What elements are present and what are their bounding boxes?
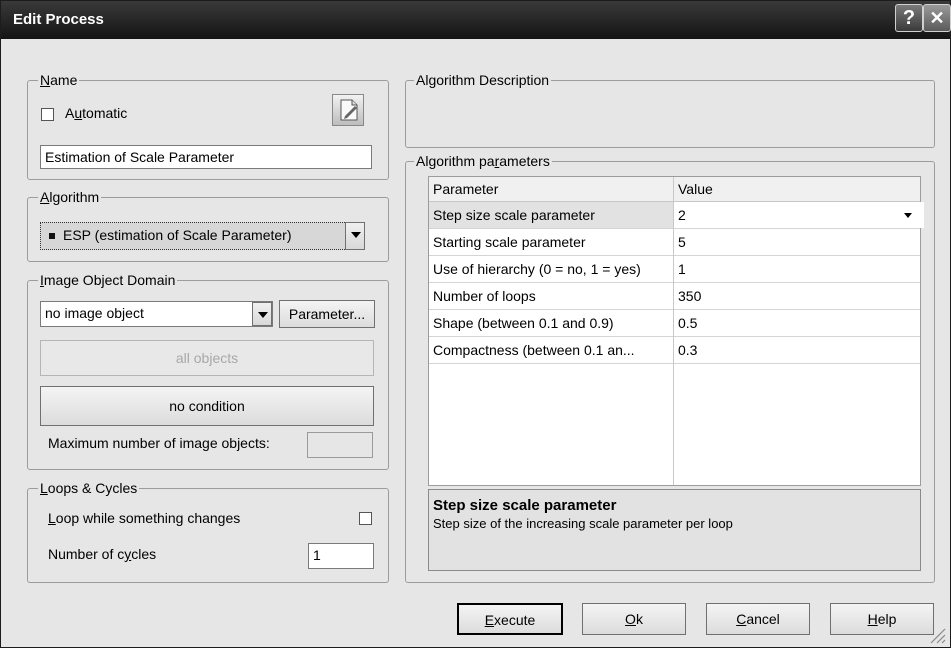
name-group-label: Name: [38, 72, 80, 88]
parameters-group-label: Algorithm parameters: [414, 153, 552, 169]
chevron-down-icon[interactable]: [904, 213, 912, 218]
param-name: Shape (between 0.1 and 0.9): [433, 315, 614, 331]
algorithm-group-label: Algorithm: [38, 189, 102, 205]
automatic-label: Automatic: [65, 105, 128, 121]
all-objects-button[interactable]: all objects: [40, 340, 374, 376]
table-row[interactable]: Step size scale parameter 2: [429, 202, 924, 229]
ok-button[interactable]: Ok: [582, 603, 686, 635]
table-row[interactable]: Use of hierarchy (0 = no, 1 = yes) 1: [429, 256, 920, 283]
domain-select[interactable]: no image object: [40, 301, 273, 327]
cancel-button[interactable]: Cancel: [706, 603, 810, 635]
algorithm-selected-value: ESP (estimation of Scale Parameter): [63, 227, 292, 243]
parameter-help-text: Step size of the increasing scale parame…: [433, 516, 733, 531]
table-row[interactable]: Starting scale parameter 5: [429, 229, 920, 256]
execute-button[interactable]: Execute: [457, 603, 563, 635]
param-value[interactable]: 350: [674, 283, 918, 309]
question-icon: ?: [902, 7, 916, 29]
no-condition-button[interactable]: no condition: [40, 386, 374, 426]
max-objects-input[interactable]: [307, 432, 373, 458]
column-header-parameter[interactable]: Parameter: [429, 177, 673, 201]
param-value[interactable]: 5: [674, 229, 918, 255]
column-divider: [673, 177, 674, 485]
param-name: Number of loops: [433, 288, 536, 304]
max-objects-label: Maximum number of image objects:: [48, 435, 270, 451]
loops-group-label: Loops & Cycles: [38, 480, 140, 496]
process-name-input[interactable]: Estimation of Scale Parameter: [40, 145, 372, 169]
cycles-label: Number of cycles: [48, 546, 157, 562]
algorithm-bullet-icon: [49, 233, 55, 239]
algorithm-description-group: [405, 80, 935, 148]
algorithm-select[interactable]: ESP (estimation of Scale Parameter): [40, 222, 365, 250]
parameters-grid: Parameter Value Step size scale paramete…: [428, 176, 924, 486]
help-title-button[interactable]: ?: [895, 4, 923, 32]
close-button[interactable]: ✕: [923, 4, 951, 32]
param-value[interactable]: 0.5: [674, 310, 918, 336]
chevron-down-icon[interactable]: [345, 222, 365, 250]
cycles-input[interactable]: 1: [308, 543, 374, 569]
parameter-help-panel: Step size scale parameter Step size of t…: [428, 489, 921, 571]
domain-group-label: Image Object Domain: [38, 272, 178, 288]
window-title: Edit Process: [13, 11, 104, 28]
help-button[interactable]: Help: [830, 603, 934, 635]
param-name: Starting scale parameter: [433, 234, 586, 250]
param-name: Use of hierarchy (0 = no, 1 = yes): [433, 261, 641, 277]
param-name: Step size scale parameter: [433, 207, 595, 223]
loop-while-label: Loop while something changes: [48, 510, 241, 526]
param-value[interactable]: 1: [674, 256, 918, 282]
table-row[interactable]: Shape (between 0.1 and 0.9) 0.5: [429, 310, 920, 337]
title-bar[interactable]: Edit Process ? ✕: [1, 1, 951, 39]
param-name: Compactness (between 0.1 an...: [433, 342, 635, 358]
param-value[interactable]: 0.3: [674, 337, 918, 363]
table-row[interactable]: Number of loops 350: [429, 283, 920, 310]
description-group-label: Algorithm Description: [414, 72, 552, 88]
domain-select-value: no image object: [45, 305, 144, 321]
chevron-down-icon[interactable]: [252, 302, 272, 326]
table-row[interactable]: Compactness (between 0.1 an... 0.3: [429, 337, 920, 364]
close-icon: ✕: [929, 8, 945, 28]
document-edit-icon[interactable]: [332, 94, 364, 126]
automatic-checkbox[interactable]: [41, 108, 54, 121]
parameter-button[interactable]: Parameter...: [279, 300, 375, 328]
resize-grip-icon[interactable]: [927, 625, 947, 645]
loop-while-checkbox[interactable]: [359, 512, 372, 525]
parameter-help-title: Step size scale parameter: [433, 497, 617, 514]
grid-header: Parameter Value: [429, 177, 920, 202]
column-header-value[interactable]: Value: [674, 177, 918, 201]
param-value: 2: [678, 207, 686, 223]
param-value-select[interactable]: 2: [674, 202, 924, 228]
edit-process-dialog: Edit Process ? ✕ Name Automatic Estimati…: [0, 0, 951, 648]
